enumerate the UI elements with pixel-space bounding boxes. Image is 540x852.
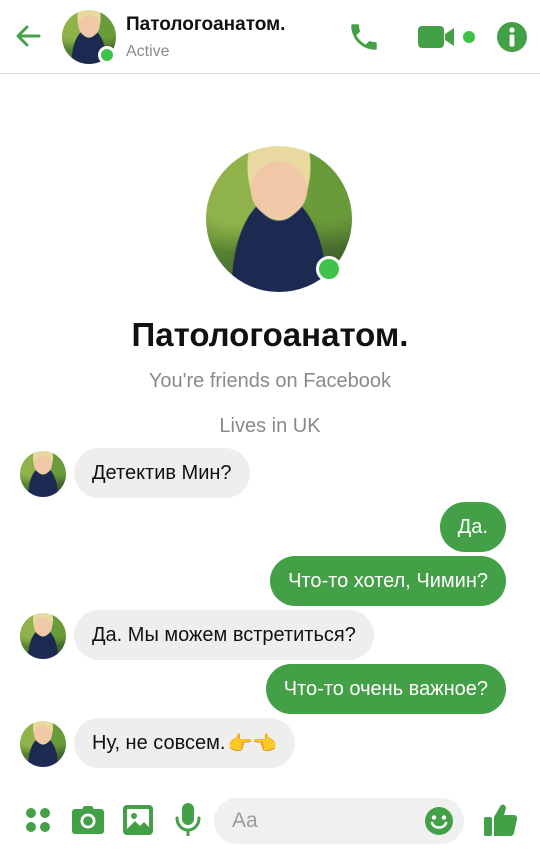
message-text: Да. (457, 516, 488, 538)
thumbs-up-icon (484, 804, 518, 836)
message-input[interactable] (232, 798, 422, 844)
friends-info: You're friends on Facebook (148, 370, 392, 392)
message-bubble-outgoing[interactable]: Что-то очень важное? (265, 664, 506, 714)
message-bubble-incoming[interactable]: Детектив Мин? (74, 448, 250, 498)
message-bubble-incoming[interactable]: Да. Мы можем встретиться? (74, 610, 374, 660)
phone-icon (351, 24, 377, 50)
gallery-button[interactable] (120, 802, 156, 838)
profile-avatar-wrapper[interactable] (206, 146, 352, 292)
grid-dots-icon (26, 808, 50, 832)
message-text: Детектив Мин? (92, 462, 232, 484)
back-button[interactable] (12, 20, 44, 52)
message-input-wrapper[interactable] (214, 798, 464, 844)
voice-call-button[interactable] (344, 18, 384, 56)
voice-message-button[interactable] (170, 802, 206, 838)
chat-header: Патологоанатом. Active (0, 0, 540, 74)
info-button[interactable] (495, 18, 529, 56)
profile-name: Патологоанатом. (131, 316, 409, 353)
online-indicator (316, 256, 342, 282)
smiley-icon (425, 807, 453, 835)
info-icon (497, 22, 527, 52)
message-composer (0, 790, 540, 852)
message-bubble-outgoing[interactable]: Что-то хотел, Чимин? (270, 556, 506, 606)
video-call-button[interactable] (414, 18, 480, 56)
location-info: Lives in UK (219, 415, 321, 437)
pointing-fingers-emoji: 👉👈 (227, 732, 278, 755)
message-text: Ну, не совсем. (92, 732, 226, 754)
camera-button[interactable] (70, 802, 106, 838)
contact-name[interactable]: Патологоанатом. (126, 14, 285, 36)
apps-button[interactable] (20, 802, 56, 838)
emoji-button[interactable] (422, 804, 456, 838)
message-bubble-incoming[interactable]: Ну, не совсем. 👉👈 (74, 718, 296, 768)
active-status: Active (126, 43, 170, 60)
avatar[interactable] (20, 613, 66, 659)
back-arrow-icon (16, 25, 41, 47)
image-icon (123, 805, 153, 835)
message-text: Да. Мы можем встретиться? (92, 624, 356, 646)
avatar[interactable] (20, 721, 66, 767)
header-avatar-wrapper[interactable] (62, 10, 116, 64)
message-text: Что-то хотел, Чимин? (288, 570, 488, 592)
message-text: Что-то очень важное? (283, 678, 488, 700)
avatar[interactable] (20, 451, 66, 497)
camera-icon (72, 806, 104, 834)
microphone-icon (175, 803, 201, 836)
like-button[interactable] (480, 800, 520, 840)
video-camera-icon (418, 26, 475, 48)
online-indicator (98, 46, 116, 64)
message-bubble-outgoing[interactable]: Да. (439, 502, 506, 552)
